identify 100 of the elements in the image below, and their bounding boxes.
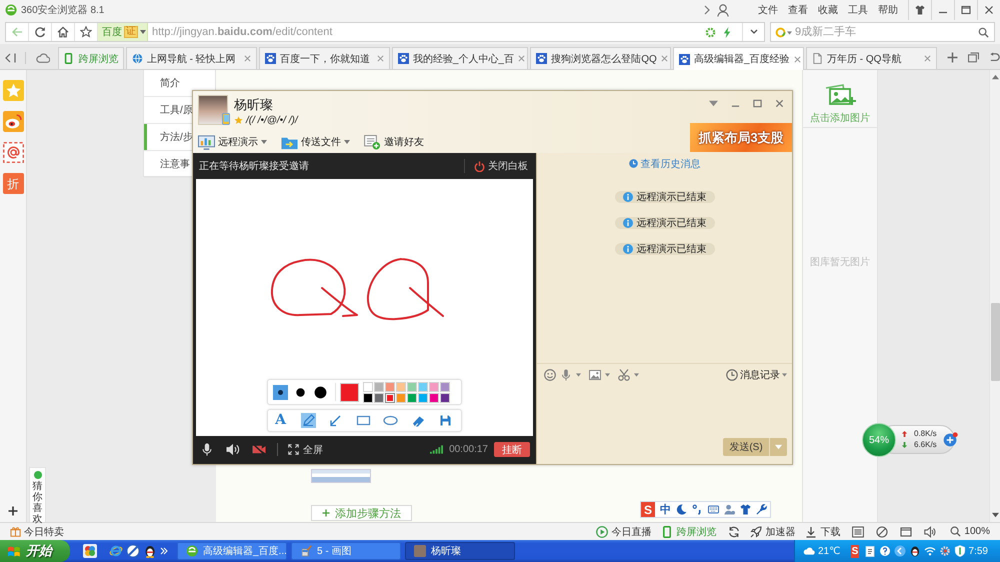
cloud-icon[interactable] <box>803 545 815 557</box>
menu-item[interactable]: 查看 <box>783 1 813 19</box>
menu-item[interactable]: 帮助 <box>873 1 903 19</box>
image-icon[interactable] <box>589 369 601 381</box>
wrench-icon[interactable] <box>756 504 767 515</box>
color-swatch[interactable] <box>407 382 417 392</box>
double-chevron-icon[interactable] <box>160 547 168 555</box>
deals-link[interactable]: 今日特卖 <box>10 524 64 538</box>
new-tab-icon[interactable] <box>947 52 958 63</box>
search-field[interactable]: 9成新二手车 <box>770 22 995 42</box>
menu-item[interactable]: 工具 <box>843 1 873 19</box>
brush-size-icon[interactable] <box>273 384 288 400</box>
cloud-icon[interactable] <box>36 53 50 63</box>
chevron-down-icon[interactable] <box>750 28 758 36</box>
cycle-icon[interactable] <box>728 526 740 538</box>
color-swatch[interactable] <box>385 382 395 392</box>
question-bubble-icon[interactable] <box>878 545 891 557</box>
chevron-right-icon[interactable] <box>704 5 710 15</box>
maximize-icon[interactable] <box>753 99 762 108</box>
color-swatch[interactable] <box>440 392 450 402</box>
browser-tab[interactable]: 高级编辑器_百度经验 <box>673 47 804 70</box>
colorful-app-icon[interactable] <box>83 544 97 558</box>
rectangle-icon[interactable] <box>356 413 370 428</box>
browser-tab[interactable]: 我的经验_个人中心_百 <box>392 47 528 69</box>
penguin-icon[interactable] <box>908 545 921 557</box>
camera-off-icon[interactable] <box>252 443 266 456</box>
speaker-icon[interactable] <box>226 443 240 456</box>
scroll-up-icon[interactable] <box>992 74 998 80</box>
zoom-button[interactable]: 100% <box>950 526 990 537</box>
text-tool-button[interactable]: A <box>273 413 288 428</box>
caret-down-icon[interactable] <box>709 99 718 108</box>
menu-item[interactable]: 收藏 <box>813 1 843 19</box>
color-swatch[interactable] <box>374 382 384 392</box>
avatar-photo[interactable] <box>198 95 228 125</box>
smiley-icon[interactable] <box>544 369 556 381</box>
close-icon[interactable] <box>775 99 784 108</box>
shield-icon[interactable] <box>954 545 966 557</box>
browser-tab[interactable]: 万年历 - QQ导航 <box>806 47 937 69</box>
browser-e-icon[interactable] <box>109 544 123 558</box>
whiteboard-canvas[interactable]: A <box>196 179 533 436</box>
ime-logo[interactable]: S <box>641 502 655 517</box>
punctuation-icon[interactable] <box>692 504 703 515</box>
undo-icon[interactable] <box>989 52 1000 63</box>
menu-item[interactable]: 文件 <box>753 1 783 19</box>
caret-down-icon[interactable] <box>576 373 581 377</box>
speaker-icon[interactable] <box>924 526 936 538</box>
color-swatch[interactable] <box>385 392 395 402</box>
thumbnail-image[interactable] <box>311 469 371 483</box>
at-sign-icon[interactable] <box>2 142 24 163</box>
browser-tab[interactable]: 搜狗浏览器怎么登陆QQ <box>530 47 671 69</box>
plus-icon[interactable] <box>8 506 18 516</box>
status-item[interactable]: 今日直播 <box>596 524 652 538</box>
lightning-icon[interactable] <box>722 26 733 38</box>
color-swatch[interactable] <box>418 382 428 392</box>
ellipse-icon[interactable] <box>383 413 398 428</box>
nav-item[interactable]: 工具/原 <box>144 97 193 123</box>
browser-tab[interactable]: 上网导航 - 轻快上网 <box>126 47 257 69</box>
save-icon[interactable] <box>438 413 453 428</box>
taskbar-button[interactable]: 杨昕璨 <box>405 542 515 560</box>
toolbar-button[interactable]: 传送文件 <box>281 134 350 150</box>
maximize-icon[interactable] <box>961 5 971 15</box>
close-icon[interactable] <box>984 5 994 15</box>
close-icon[interactable] <box>794 56 801 62</box>
search-icon[interactable] <box>978 26 989 38</box>
shirt-icon[interactable] <box>740 504 751 515</box>
star-outline-icon[interactable] <box>80 26 92 38</box>
color-swatch[interactable] <box>363 382 373 392</box>
user-icon[interactable] <box>717 4 729 16</box>
left-arrow-circle-icon[interactable] <box>894 545 906 557</box>
blocked-circle-icon[interactable] <box>126 544 140 558</box>
wifi-icon[interactable] <box>924 545 936 557</box>
arrow-icon[interactable] <box>328 413 343 428</box>
brush-size-icon[interactable] <box>313 384 328 400</box>
fullscreen-button[interactable]: 全屏 <box>288 442 323 456</box>
search-engine-button[interactable]: 百度 证 <box>98 23 148 41</box>
pencil-icon[interactable] <box>300 413 316 428</box>
color-swatch[interactable] <box>374 392 384 402</box>
recommend-tab[interactable]: 猜你喜欢 <box>29 467 46 522</box>
color-swatch[interactable] <box>440 382 450 392</box>
color-swatch[interactable] <box>418 392 428 402</box>
send-button[interactable]: 发送(S) <box>723 438 769 456</box>
close-whiteboard-button[interactable]: 关闭白板 <box>474 159 528 173</box>
loading-ring-icon[interactable] <box>705 26 716 38</box>
taskbar-button[interactable]: 5 - 画图 <box>291 542 401 560</box>
message-history-button[interactable]: 消息记录 <box>726 368 787 382</box>
status-item[interactable]: 下载 <box>805 524 840 538</box>
toolbar-button[interactable]: 远程演示 <box>198 134 267 150</box>
taskbar-button[interactable]: 高级编辑器_百度... <box>177 542 287 560</box>
start-button[interactable]: 开始 <box>0 540 70 562</box>
status-item[interactable]: 加速器 <box>750 524 796 538</box>
window-icon[interactable] <box>900 526 912 538</box>
color-swatch[interactable] <box>396 392 406 402</box>
nav-item[interactable]: 注意事 <box>144 151 190 177</box>
weibo-icon[interactable] <box>2 111 24 132</box>
browser-tab[interactable]: 百度一下，你就知道 <box>258 47 390 69</box>
caret-down-icon[interactable] <box>634 373 639 377</box>
keyboard-icon[interactable] <box>708 504 719 515</box>
list-icon[interactable] <box>852 526 864 538</box>
moon-icon[interactable] <box>676 504 687 515</box>
sidebar-toggle-icon[interactable] <box>5 53 17 63</box>
